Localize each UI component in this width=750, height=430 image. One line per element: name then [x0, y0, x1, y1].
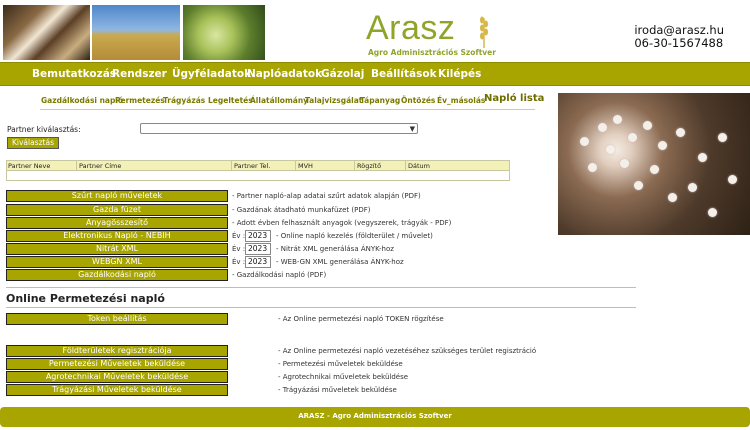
subnav-permetezes[interactable]: Permetezés	[115, 96, 165, 105]
subnav-allatallomany[interactable]: Állatállomány	[250, 96, 308, 105]
contact-info: iroda@arasz.hu 06-30-1567488	[634, 24, 724, 50]
token-beallitas-button[interactable]: Token beállítás	[6, 313, 228, 325]
col-partner-tel: Partner Tel.	[234, 162, 271, 170]
header-photo-grapes	[183, 5, 265, 60]
foldteruletek-desc: - Az Online permetezési napló vezetéséhe…	[278, 347, 537, 355]
subnav-gazdalkodasi-naplo[interactable]: Gazdálkodási napló	[41, 96, 123, 105]
webgn-xml-desc: - WEB-GN XML generálása ÁNYK-hoz	[276, 258, 404, 266]
section-divider	[6, 287, 636, 288]
szurt-naplo-button[interactable]: Szűrt napló műveletek	[6, 190, 228, 202]
nav-gazolaj[interactable]: Gázolaj	[321, 68, 364, 80]
section-divider	[6, 307, 636, 308]
page: Arasz Agro Adminisztrációs Szoftver irod…	[0, 0, 750, 430]
permetezesi-muveletek-desc: - Permetezési műveletek beküldése	[278, 360, 403, 368]
main-nav: Bemutatkozás Rendszer Ügyféladatok Napló…	[0, 62, 750, 86]
anyagosszesito-button[interactable]: Anyagösszesítő	[6, 217, 228, 229]
chevron-down-icon: ▼	[409, 125, 415, 133]
permetezesi-muveletek-button[interactable]: Permetezési Műveletek beküldése	[6, 358, 228, 370]
header: Arasz Agro Adminisztrációs Szoftver irod…	[0, 0, 750, 62]
footer-text: ARASZ - Agro Adminisztrációs Szoftver	[298, 412, 452, 420]
anyagosszesito-desc: - Adott évben felhasznált anyagok (vegys…	[232, 219, 452, 227]
nav-ugyfeladatok[interactable]: Ügyféladatok	[172, 68, 251, 80]
logo-text: Arasz	[366, 9, 456, 47]
subnav-naplo-lista[interactable]: Napló lista	[484, 93, 544, 104]
header-photo-cow	[3, 5, 90, 60]
col-rogzito: Rögzítő	[357, 162, 382, 170]
footer: ARASZ - Agro Adminisztrációs Szoftver	[0, 407, 750, 427]
subnav-divider	[40, 109, 535, 110]
elektronikus-naplo-desc: - Online napló kezelés (földterület / mű…	[276, 232, 433, 240]
nav-rendszer[interactable]: Rendszer	[112, 68, 167, 80]
szurt-naplo-desc: - Partner napló-alap adatai szűrt adatok…	[232, 192, 421, 200]
ev-input-nebih[interactable]: 2023	[245, 230, 271, 242]
gazdalkodasi-naplo-button[interactable]: Gazdálkodási napló	[6, 269, 228, 281]
agrotechnikai-muveletek-button[interactable]: Agrotechnikai Műveletek beküldése	[6, 371, 228, 383]
ev-label: Év :	[232, 232, 246, 240]
ev-label: Év :	[232, 258, 246, 266]
gazdalkodasi-naplo-desc: - Gazdálkodási napló (PDF)	[232, 271, 327, 279]
nav-kilepes[interactable]: Kilépés	[438, 68, 481, 80]
col-partner-cime: Partner Címe	[79, 162, 122, 170]
ev-label: Év :	[232, 245, 246, 253]
nav-beallitasok[interactable]: Beállítások	[371, 68, 437, 80]
webgn-xml-button[interactable]: WEBGN XML	[6, 256, 228, 268]
sub-nav: Gazdálkodási napló Permetezés Trágyázás …	[40, 93, 544, 108]
nitrat-xml-button[interactable]: Nitrát XML	[6, 243, 228, 255]
tragyazasi-muveletek-button[interactable]: Trágyázási Műveletek beküldése	[6, 384, 228, 396]
logo[interactable]: Arasz Agro Adminisztrációs Szoftver	[366, 8, 496, 58]
subnav-tapanyag[interactable]: Tápanyag	[360, 96, 400, 105]
nav-bemutatkozas[interactable]: Bemutatkozás	[32, 68, 116, 80]
elektronikus-naplo-button[interactable]: Elektronikus Napló - NEBIH	[6, 230, 228, 242]
gazda-fuzet-button[interactable]: Gazda füzet	[6, 204, 228, 216]
agrotechnikai-muveletek-desc: - Agrotechnikai műveletek beküldése	[278, 373, 409, 381]
subnav-ev-masolas[interactable]: Év_másolás	[437, 96, 485, 105]
partner-label: Partner kiválasztás:	[7, 125, 81, 134]
foldteruletek-button[interactable]: Földterületek regisztrációja	[6, 345, 228, 357]
tragyazasi-muveletek-desc: - Trágyázási műveletek beküldése	[278, 386, 397, 394]
logo-subtitle: Agro Adminisztrációs Szoftver	[368, 48, 496, 57]
gazda-fuzet-desc: - Gazdának átadható munkafüzet (PDF)	[232, 206, 371, 214]
subnav-talajvizsgalat[interactable]: Talajvizsgálat	[305, 96, 362, 105]
nitrat-xml-desc: - Nitrát XML generálása ÁNYK-hoz	[276, 245, 394, 253]
partner-select[interactable]: ▼	[140, 123, 418, 134]
partner-table-header: Partner Neve Partner Címe Partner Tel. M…	[7, 161, 509, 171]
col-mvh: MVH	[298, 162, 313, 170]
partner-table: Partner Neve Partner Címe Partner Tel. M…	[6, 160, 510, 181]
subnav-legeltetes[interactable]: Legeltetés	[208, 96, 253, 105]
wheat-icon	[480, 16, 488, 48]
subnav-tragyazas[interactable]: Trágyázás	[163, 96, 205, 105]
ev-input-nitrat[interactable]: 2023	[245, 243, 271, 255]
contact-phone: 06-30-1567488	[634, 36, 724, 50]
token-beallitas-desc: - Az Online permetezési napló TOKEN rögz…	[278, 315, 444, 323]
select-partner-button[interactable]: Kiválasztás	[7, 137, 59, 149]
blossom-photo	[558, 93, 750, 235]
section-title: Online Permetezési napló	[6, 292, 165, 305]
ev-input-webgn[interactable]: 2023	[245, 256, 271, 268]
nav-naploadatok[interactable]: Naplóadatok	[247, 68, 322, 80]
header-photo-field	[92, 5, 180, 60]
subnav-ontozes[interactable]: Öntözés	[401, 96, 435, 105]
col-partner-neve: Partner Neve	[8, 162, 51, 170]
col-datum: Dátum	[408, 162, 430, 170]
